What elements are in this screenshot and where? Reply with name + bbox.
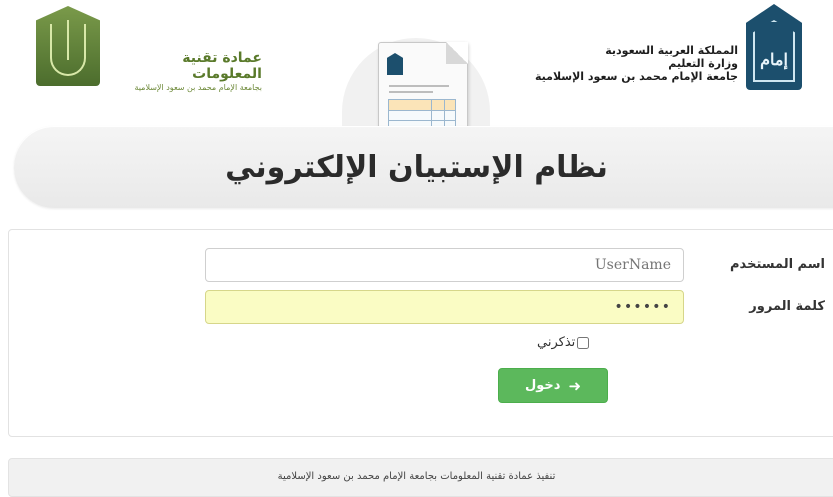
username-input[interactable] [205,248,684,282]
remember-me-label: تذكرني [537,335,576,350]
ministry-line: جامعة الإمام محمد بن سعود الإسلامية [534,70,738,83]
it-deanship-subtitle: بجامعة الإمام محمد بن سعود الإسلامية [134,83,262,92]
login-button-label: دخول [524,378,561,393]
remember-me[interactable]: تذكرني [537,335,590,350]
university-logo: إمام [746,4,802,90]
login-button[interactable]: ➜ دخول [498,368,608,403]
it-deanship-logo [36,6,100,86]
ministry-line: وزارة التعليم [668,57,738,70]
ministry-text: المملكة العربية السعودية وزارة التعليم ج… [535,44,738,83]
sign-in-icon: ➜ [568,376,582,395]
page-header: إمام المملكة العربية السعودية وزارة التع… [0,0,833,152]
it-deanship-title: عمادة تقنية المعلومات [182,50,262,82]
it-deanship-name: عمادة تقنية المعلومات بجامعة الإمام محمد… [112,50,262,92]
password-input[interactable]: •••••• [205,290,684,324]
remember-me-checkbox[interactable] [577,336,590,349]
username-label: اسم المستخدم [730,257,825,272]
page-title: نظام الإستبيان الإلكتروني [225,150,608,185]
footer-text: تنفيذ عمادة تقنية المعلومات بجامعة الإما… [277,471,556,482]
password-label: كلمة المرور [749,299,825,314]
ministry-line: المملكة العربية السعودية [605,44,738,57]
